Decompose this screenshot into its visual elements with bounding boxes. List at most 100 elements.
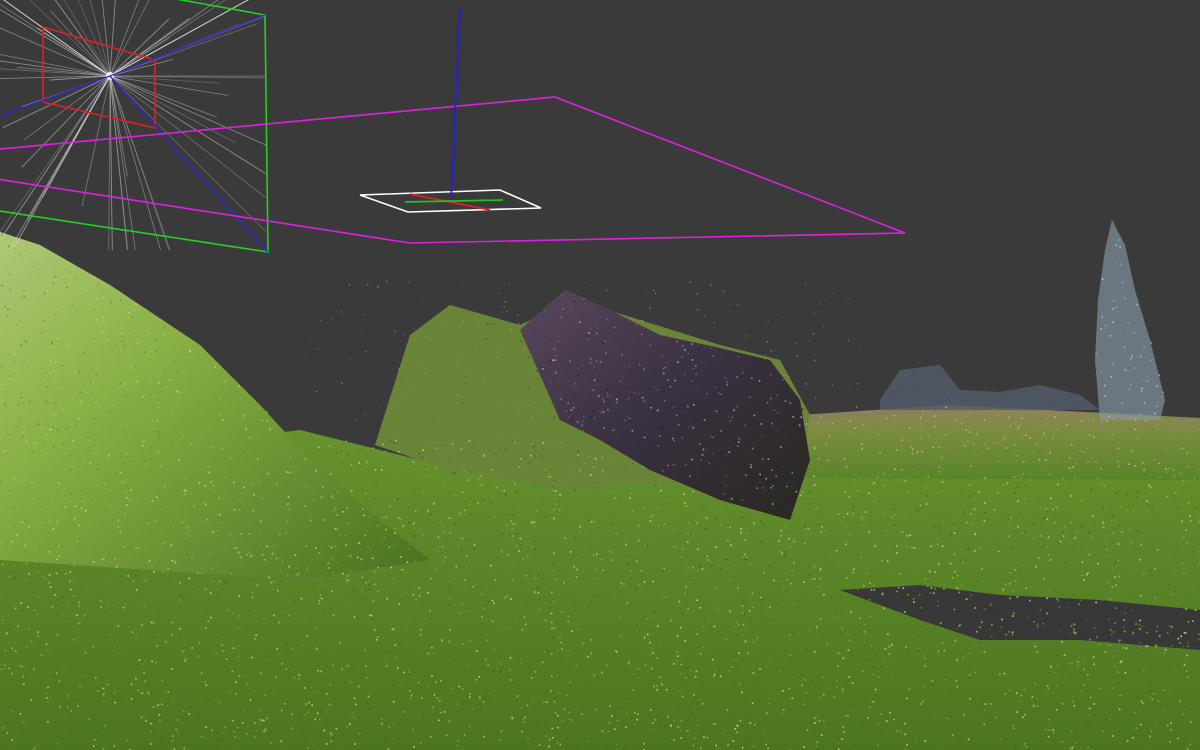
cloud-point [328,445,331,447]
cloud-point [795,342,797,345]
cloud-point [482,378,484,380]
cloud-point [675,463,677,466]
cloud-point [889,474,892,477]
cloud-point [292,702,295,705]
cloud-point [588,729,591,732]
cloud-point [143,440,145,443]
3d-viewport[interactable] [0,0,1200,750]
cloud-point [804,678,806,681]
cloud-point [808,630,811,632]
cloud-point [886,417,888,420]
cloud-point [968,677,970,679]
cloud-point [652,630,655,632]
cloud-point [123,590,126,592]
cloud-point [1,284,3,287]
cloud-point [226,380,228,382]
cloud-point [742,602,744,605]
cloud-point [1036,650,1039,653]
cloud-point [340,577,342,580]
cloud-point [561,648,564,650]
cloud-point [602,730,604,733]
cloud-point [900,445,902,448]
origin-axis-gizmo[interactable] [359,7,542,213]
cloud-point [850,710,852,712]
cloud-point [733,380,735,383]
cloud-point [1113,546,1115,548]
cloud-point [1082,451,1085,454]
cloud-point [699,606,702,609]
cloud-point [546,650,549,652]
cloud-point [1048,718,1050,721]
cloud-point [209,592,212,594]
cloud-point [107,457,110,459]
cloud-point [0,541,2,543]
cloud-point [518,539,520,542]
cloud-point [511,514,513,516]
cloud-point [143,460,146,462]
cloud-point [521,624,524,627]
cloud-point [55,544,57,547]
cloud-point [1155,506,1158,508]
cloud-point [1086,573,1088,576]
cloud-point [1120,660,1123,662]
cloud-point [760,423,763,425]
cloud-point [433,694,435,696]
cloud-point [176,390,178,392]
scene-canvas[interactable] [0,0,1200,750]
cloud-point [288,508,290,511]
cloud-point [87,702,90,704]
cloud-point [1017,427,1020,429]
cloud-point [150,393,153,396]
cloud-point [823,593,825,596]
cloud-point [274,733,277,736]
cloud-point [1047,687,1050,690]
cloud-point [895,545,898,547]
cloud-point [652,580,654,583]
cloud-point [127,329,130,332]
cloud-point [728,451,730,453]
cloud-point [583,415,585,417]
cloud-point [45,643,48,646]
cloud-point [254,638,256,640]
cloud-point [238,408,241,410]
cloud-point [256,584,259,586]
cloud-point [942,642,944,644]
cloud-point [1023,742,1026,745]
cloud-point [1046,597,1048,600]
cloud-point [997,491,999,494]
cloud-point [767,458,770,460]
cloud-point [574,652,577,654]
cloud-point [844,714,846,717]
cloud-point [945,434,947,436]
cloud-point [348,578,350,581]
cloud-point [534,594,537,597]
cloud-point [808,574,810,576]
cloud-point [664,366,666,369]
cloud-point [715,410,718,413]
cloud-point [366,284,369,286]
cloud-point [203,604,206,607]
cloud-point [649,344,652,346]
cloud-point [671,464,674,466]
cloud-point [785,526,787,529]
cloud-point [1076,531,1078,534]
cloud-point [772,485,774,487]
cloud-point [771,469,773,472]
cloud-point [1193,585,1196,587]
frustum-ray [109,0,150,77]
cloud-point [626,563,628,566]
cloud-point [570,309,572,311]
cloud-point [1043,517,1045,519]
cloud-point [908,427,911,429]
cloud-point [590,548,592,550]
cloud-point [1002,591,1004,593]
cloud-point [745,494,747,497]
cloud-point [946,449,948,451]
cloud-point [903,611,906,613]
cloud-point [1185,708,1188,711]
cloud-point [104,482,106,485]
cloud-point [75,407,77,410]
frustum-ray [17,66,111,77]
cloud-point [983,723,985,726]
cloud-point [348,284,351,286]
